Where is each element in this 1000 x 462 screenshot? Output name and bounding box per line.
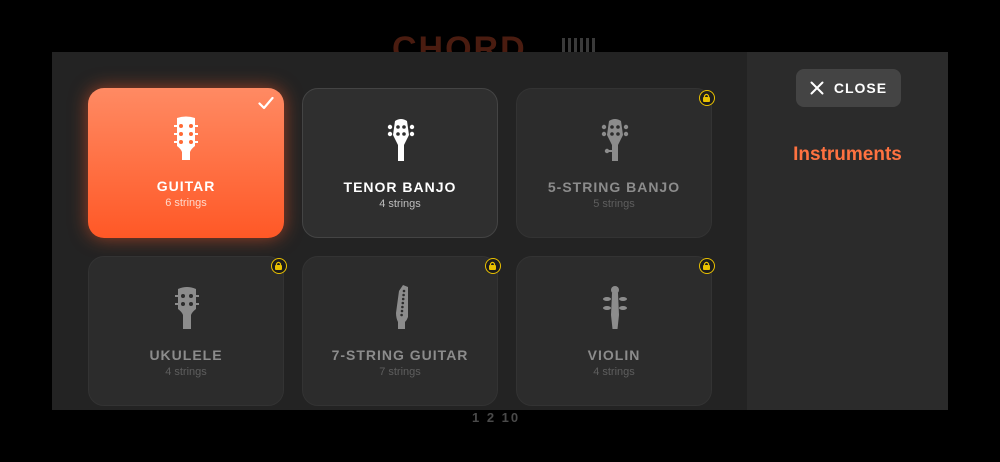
instrument-string-count: 5 strings [593,198,635,210]
close-button-label: CLOSE [833,80,888,96]
instrument-picker-modal: GUITAR 6 strings TENOR BANJO 4 strings 5… [52,52,948,410]
close-icon [810,81,824,95]
banjo-headstock-icon [387,119,415,161]
background-footer-text: 1 2 10 [472,410,521,425]
instrument-name: 5-STRING BANJO [547,179,681,195]
check-icon [258,96,274,110]
instrument-name: VIOLIN [587,347,641,363]
lock-badge [699,258,715,274]
side-panel: CLOSE Instruments [747,52,948,410]
panel-title: Instruments [793,144,902,165]
lock-badge [699,90,715,106]
instrument-card-guitar[interactable]: GUITAR 6 strings [88,88,284,238]
instrument-string-count: 4 strings [165,366,207,378]
violin-scroll-icon [603,286,627,329]
lock-badge [485,258,501,274]
close-button[interactable]: CLOSE [796,69,901,107]
instrument-card-7-string-guitar[interactable]: 7-STRING GUITAR 7 strings [302,256,501,406]
instrument-name: UKULELE [149,347,223,363]
instrument-name: 7-STRING GUITAR [331,347,469,363]
instrument-grid: GUITAR 6 strings TENOR BANJO 4 strings 5… [52,52,747,410]
lock-icon [703,261,710,270]
lock-icon [489,261,496,270]
instrument-card-tenor-banjo[interactable]: TENOR BANJO 4 strings [302,88,498,238]
instrument-string-count: 4 strings [593,366,635,378]
background-strings-indicator [562,38,595,52]
instrument-card-5-string-banjo[interactable]: 5-STRING BANJO 5 strings [516,88,715,238]
instrument-string-count: 6 strings [165,197,207,209]
instrument-name: TENOR BANJO [343,179,457,195]
guitar-headstock-icon [174,116,198,160]
lock-badge [271,258,287,274]
instrument-string-count: 7 strings [379,366,421,378]
instrument-card-violin[interactable]: VIOLIN 4 strings [516,256,715,406]
instrument-string-count: 4 strings [379,198,421,210]
seven-string-guitar-headstock-icon [396,285,408,329]
lock-icon [275,261,282,270]
ukulele-headstock-icon [175,287,199,329]
instrument-name: GUITAR [156,178,216,194]
instrument-card-ukulele[interactable]: UKULELE 4 strings [88,256,287,406]
lock-icon [703,93,710,102]
five-string-banjo-headstock-icon [601,119,629,161]
